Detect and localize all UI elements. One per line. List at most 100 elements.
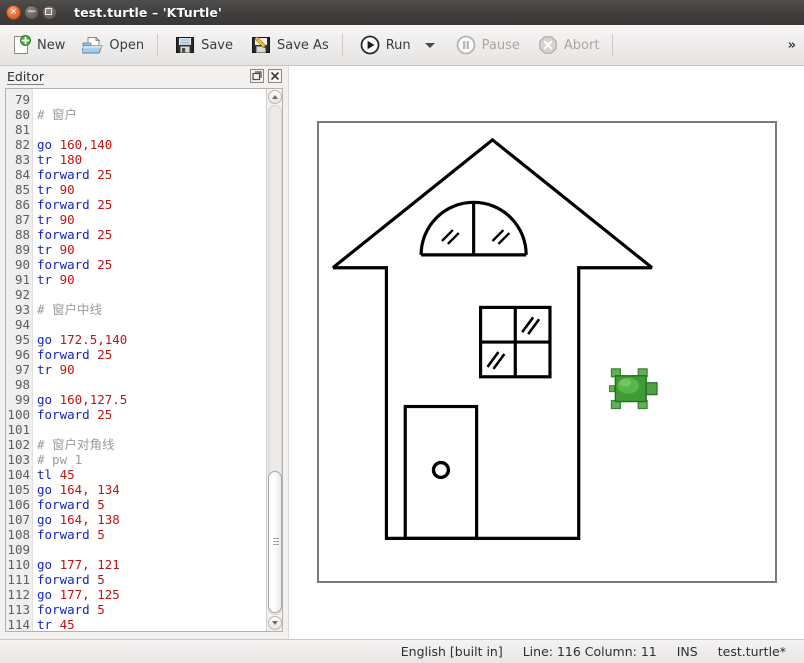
code-line[interactable]: 79 <box>6 92 266 107</box>
code-line[interactable]: 85 tr 90 <box>6 182 266 197</box>
code-line[interactable]: 98 <box>6 377 266 392</box>
scroll-down-button[interactable] <box>268 616 282 630</box>
close-editor-button[interactable] <box>268 69 282 83</box>
code-token-cmd: go <box>37 137 53 152</box>
code-line[interactable]: 103 # pw 1 <box>6 452 266 467</box>
code-line[interactable]: 113 forward 5 <box>6 602 266 617</box>
code-token-cmd: forward <box>37 527 90 542</box>
code-line[interactable]: 94 <box>6 317 266 332</box>
code-line[interactable]: 89 tr 90 <box>6 242 266 257</box>
code-line[interactable]: 90 forward 25 <box>6 257 266 272</box>
run-dropdown-arrow-icon[interactable] <box>424 42 435 48</box>
code-line[interactable]: 80 # 窗户 <box>6 107 266 122</box>
code-line[interactable]: 108 forward 5 <box>6 527 266 542</box>
new-document-icon <box>10 34 32 56</box>
code-editor[interactable]: 79 80 # 窗户 81 82 go 160,140 83 tr 180 84 forward … <box>6 89 266 631</box>
code-line[interactable]: 99 go 160,127.5 <box>6 392 266 407</box>
code-line[interactable]: 105 go 164, 134 <box>6 482 266 497</box>
code-line-text: go 177, 121 <box>37 557 120 572</box>
code-line-text: go 164, 138 <box>37 512 120 527</box>
code-line[interactable]: 93 # 窗户中线 <box>6 302 266 317</box>
open-button-label: Open <box>109 37 145 53</box>
code-line[interactable]: 96 forward 25 <box>6 347 266 362</box>
scrollbar-thumb[interactable] <box>268 471 282 613</box>
status-insert-mode[interactable]: INS <box>667 644 708 659</box>
run-button[interactable]: Run <box>352 29 418 61</box>
maximize-window-button[interactable] <box>42 5 57 20</box>
code-line[interactable]: 86 forward 25 <box>6 197 266 212</box>
save-button[interactable]: Save <box>167 29 240 61</box>
code-token-cmd: forward <box>37 227 90 242</box>
code-line[interactable]: 111 forward 5 <box>6 572 266 587</box>
code-line[interactable]: 83 tr 180 <box>6 152 266 167</box>
code-line[interactable]: 109 <box>6 542 266 557</box>
toolbar-overflow-button[interactable]: » <box>788 38 804 53</box>
line-number: 113 <box>7 602 30 617</box>
scroll-up-button[interactable] <box>268 90 282 104</box>
code-line[interactable]: 81 <box>6 122 266 137</box>
code-token-cmd: go <box>37 587 53 602</box>
save-as-pencil-icon <box>250 34 272 56</box>
code-line-text: forward 5 <box>37 602 105 617</box>
editor-dock-buttons <box>250 69 282 83</box>
turtle-canvas[interactable] <box>317 121 777 583</box>
code-token-num: 5 <box>97 527 105 542</box>
close-window-button[interactable]: × <box>6 5 21 20</box>
code-line[interactable]: 114 tr 45 <box>6 617 266 631</box>
code-line[interactable]: 102 # 窗户对角线 <box>6 437 266 452</box>
float-editor-button[interactable] <box>250 69 264 83</box>
code-line-text: forward 5 <box>37 497 105 512</box>
code-token-num: 45 <box>59 467 75 482</box>
code-line[interactable]: 92 <box>6 287 266 302</box>
code-line[interactable]: 110 go 177, 121 <box>6 557 266 572</box>
line-number: 95 <box>14 332 30 347</box>
line-number: 83 <box>14 152 30 167</box>
code-token-num: 25 <box>97 407 113 422</box>
code-line-text: tr 90 <box>37 272 75 287</box>
code-line-text: forward 25 <box>37 407 112 422</box>
code-line[interactable]: 88 forward 25 <box>6 227 266 242</box>
minimize-window-button[interactable]: − <box>24 5 39 20</box>
status-filename: test.turtle* <box>717 644 786 659</box>
main-toolbar: New Open Save Save As Run Pause Abort » <box>0 25 804 66</box>
code-line[interactable]: 101 <box>6 422 266 437</box>
code-line[interactable]: 91 tr 90 <box>6 272 266 287</box>
code-line[interactable]: 100 forward 25 <box>6 407 266 422</box>
code-line[interactable]: 82 go 160,140 <box>6 137 266 152</box>
code-line-text: tr 180 <box>37 152 82 167</box>
open-folder-icon <box>80 34 104 56</box>
code-line[interactable]: 107 go 164, 138 <box>6 512 266 527</box>
turtle-drawing <box>331 137 658 540</box>
code-line[interactable]: 112 go 177, 125 <box>6 587 266 602</box>
open-button[interactable]: Open <box>75 29 151 61</box>
toolbar-separator-2 <box>341 34 343 56</box>
new-button[interactable]: New <box>3 29 72 61</box>
line-number: 89 <box>14 242 30 257</box>
code-line[interactable]: 104 tl 45 <box>6 467 266 482</box>
line-number: 103 <box>7 452 30 467</box>
save-as-button[interactable]: Save As <box>243 29 336 61</box>
code-line-text: go 177, 125 <box>37 587 120 602</box>
code-line[interactable]: 84 forward 25 <box>6 167 266 182</box>
line-number: 96 <box>14 347 30 362</box>
line-number: 98 <box>14 377 30 392</box>
code-token-num: 25 <box>97 167 113 182</box>
pause-button[interactable]: Pause <box>448 29 527 61</box>
code-token-cmd: forward <box>37 347 90 362</box>
maximize-icon <box>45 8 52 15</box>
code-line[interactable]: 95 go 172.5,140 <box>6 332 266 347</box>
code-token-cmd: forward <box>37 197 90 212</box>
line-number: 97 <box>14 362 30 377</box>
code-token-cmd: forward <box>37 497 90 512</box>
toolbar-separator-1 <box>157 34 159 56</box>
code-line[interactable]: 97 tr 90 <box>6 362 266 377</box>
abort-button[interactable]: Abort <box>530 29 607 61</box>
editor-vertical-scrollbar[interactable] <box>266 89 282 631</box>
code-line[interactable]: 106 forward 5 <box>6 497 266 512</box>
line-number: 87 <box>14 212 30 227</box>
code-line-text: go 164, 134 <box>37 482 120 497</box>
code-line[interactable]: 87 tr 90 <box>6 212 266 227</box>
save-floppy-icon <box>174 34 196 56</box>
